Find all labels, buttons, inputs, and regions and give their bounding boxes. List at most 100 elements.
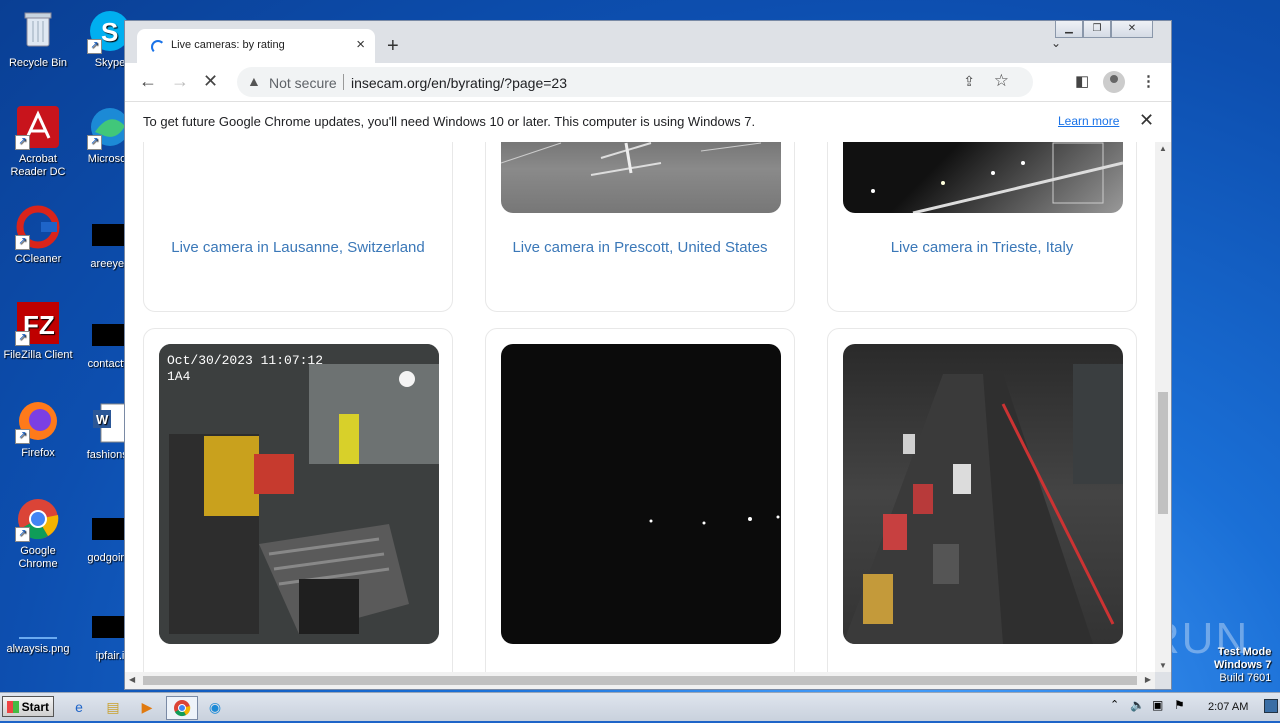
ccleaner-icon: ↗ [15, 204, 61, 250]
tab-strip: Live cameras: by rating × + ⌄ ▁ ❐ ✕ [125, 21, 1171, 63]
restore-button[interactable]: ❐ [1083, 21, 1111, 38]
shortcut-arrow-icon: ↗ [15, 135, 30, 150]
back-arrow-icon[interactable]: ← [139, 71, 157, 92]
window-controls: ▁ ❐ ✕ [1055, 21, 1153, 38]
url-text[interactable]: insecam.org/en/byrating/?page=23 [351, 75, 567, 91]
internet-explorer-icon[interactable]: e [66, 696, 92, 718]
file-icon [92, 324, 128, 346]
profile-avatar-icon[interactable] [1103, 71, 1125, 93]
warning-triangle-icon[interactable]: ▲ [247, 73, 261, 89]
desktop-icon-chrome[interactable]: ↗ Google Chrome [0, 496, 76, 571]
learn-more-link[interactable]: Learn more [1058, 114, 1119, 128]
camera-card[interactable]: Live camera in Lausanne, Switzerland [143, 142, 453, 312]
loading-spinner-icon [151, 40, 165, 54]
camera-timestamp-overlay: Oct/30/2023 11:07:12 [167, 353, 323, 368]
shortcut-arrow-icon: ↗ [15, 429, 30, 444]
chrome-icon: ↗ [15, 496, 61, 542]
watermark-line: Windows 7 [1214, 659, 1272, 671]
desktop-icon-ccleaner[interactable]: ↗ CCleaner [0, 204, 76, 266]
file-explorer-icon[interactable]: ▤ [100, 696, 126, 718]
share-icon[interactable]: ⇪ [963, 73, 975, 90]
scrollbar-thumb[interactable] [1158, 392, 1168, 514]
desktop-icon-acrobat[interactable]: ↗ Acrobat Reader DC [0, 104, 76, 179]
camera-caption-link[interactable]: Live camera in Lausanne, Switzerland [144, 239, 452, 256]
camera-thumbnail-dark[interactable] [501, 344, 781, 644]
watermark-line: Build 7601 [1219, 672, 1272, 684]
camera-card[interactable]: Oct/30/2023 11:07:12 1A4 [143, 328, 453, 672]
minimize-button[interactable]: ▁ [1055, 21, 1083, 38]
desktop-icon-label: CCleaner [14, 253, 62, 265]
forward-arrow-icon[interactable]: → [171, 71, 189, 92]
tab-close-icon[interactable]: × [356, 36, 365, 53]
show-desktop-icon[interactable] [1264, 699, 1278, 713]
desktop-icon-recycle-bin[interactable]: Recycle Bin [0, 8, 76, 70]
shortcut-arrow-icon: ↗ [15, 527, 30, 542]
camera-card[interactable] [485, 328, 795, 672]
firefox-icon: ↗ [15, 398, 61, 444]
shortcut-arrow-icon: ↗ [87, 135, 102, 150]
scrollbar-thumb[interactable] [143, 676, 1137, 685]
desktop-icon-label: Firefox [21, 447, 55, 459]
volume-icon[interactable]: 🔈 [1130, 698, 1145, 712]
desktop-icon-filezilla[interactable]: FZ ↗ FileZilla Client [0, 300, 76, 362]
horizontal-scrollbar[interactable]: ◀ ▶ [125, 672, 1155, 689]
chrome-taskbar-icon[interactable] [166, 696, 198, 720]
recycle-bin-icon [15, 8, 61, 54]
svg-text:W: W [96, 412, 109, 427]
shortcut-arrow-icon: ↗ [15, 331, 30, 346]
address-bar[interactable]: ▲ Not secure insecam.org/en/byrating/?pa… [237, 67, 1033, 97]
scroll-right-arrow-icon[interactable]: ▶ [1145, 675, 1151, 684]
update-infobar: To get future Google Chrome updates, you… [125, 101, 1171, 143]
infobar-close-icon[interactable]: ✕ [1139, 110, 1154, 131]
shortcut-arrow-icon: ↗ [15, 235, 30, 250]
action-center-flag-icon[interactable]: ⚑ [1174, 698, 1185, 712]
browser-toolbar: ← → ✕ ▲ Not secure insecam.org/en/byrati… [125, 63, 1171, 101]
new-tab-button[interactable]: + [387, 35, 399, 58]
desktop-icon-firefox[interactable]: ↗ Firefox [0, 398, 76, 460]
tab-live-cameras[interactable]: Live cameras: by rating × [137, 29, 375, 63]
menu-kebab-icon[interactable]: ⋮ [1141, 72, 1156, 90]
file-icon [92, 616, 128, 638]
filezilla-icon: FZ ↗ [15, 300, 61, 346]
camera-card[interactable] [827, 328, 1137, 672]
desktop-icon-label: Recycle Bin [8, 57, 68, 69]
watermark-line: Test Mode [1217, 646, 1272, 658]
separator [343, 74, 344, 90]
shortcut-arrow-icon: ↗ [87, 39, 102, 54]
edge-taskbar-icon[interactable]: ◉ [202, 696, 228, 718]
camera-card[interactable]: Live camera in Trieste, Italy [827, 142, 1137, 312]
bookmark-star-icon[interactable]: ☆ [994, 71, 1009, 91]
desktop-icon-label: FileZilla Client [3, 349, 73, 361]
camera-thumbnail-prescott[interactable] [501, 142, 781, 213]
scroll-left-arrow-icon[interactable]: ◀ [129, 675, 135, 684]
camera-thumbnail-factory[interactable]: Oct/30/2023 11:07:12 1A4 [159, 344, 439, 644]
start-label: Start [21, 700, 49, 714]
vertical-scrollbar[interactable]: ▲ ▼ [1155, 142, 1171, 672]
desktop-icon-alwaysis[interactable]: alwaysis.png [0, 612, 76, 656]
camera-caption-link[interactable]: Live camera in Trieste, Italy [828, 239, 1136, 256]
start-button[interactable]: Start [2, 696, 54, 717]
file-icon [92, 224, 128, 246]
side-panel-icon[interactable]: ◧ [1075, 72, 1089, 90]
chrome-window: Live cameras: by rating × + ⌄ ▁ ❐ ✕ ← → … [124, 20, 1172, 690]
tab-title: Live cameras: by rating [171, 39, 285, 51]
acrobat-icon: ↗ [15, 104, 61, 150]
camera-caption-link[interactable]: Live camera in Prescott, United States [486, 239, 794, 256]
tab-search-chevron-icon[interactable]: ⌄ [1051, 36, 1061, 50]
scroll-down-arrow-icon[interactable]: ▼ [1159, 661, 1167, 670]
scroll-up-arrow-icon[interactable]: ▲ [1159, 144, 1167, 153]
image-file-icon [15, 612, 61, 640]
camera-thumbnail-trieste[interactable] [843, 142, 1123, 213]
stop-loading-icon[interactable]: ✕ [203, 71, 218, 92]
camera-thumbnail-traffic[interactable] [843, 344, 1123, 644]
page-content: Live camera in Lausanne, Switzerland Liv… [125, 142, 1155, 672]
camera-card[interactable]: Live camera in Prescott, United States [485, 142, 795, 312]
window-close-button[interactable]: ✕ [1111, 21, 1153, 38]
security-status[interactable]: Not secure [269, 75, 337, 91]
show-hidden-icons-chevron-icon[interactable]: ⌃ [1110, 698, 1119, 711]
test-mode-watermark: Test Mode Windows 7 Build 7601 [1214, 646, 1271, 685]
media-player-icon[interactable]: ▶ [134, 696, 160, 718]
network-icon[interactable]: ▣ [1152, 698, 1163, 712]
clock[interactable]: 2:07 AM [1208, 701, 1248, 713]
desktop-icon-label: Google Chrome [18, 545, 58, 570]
